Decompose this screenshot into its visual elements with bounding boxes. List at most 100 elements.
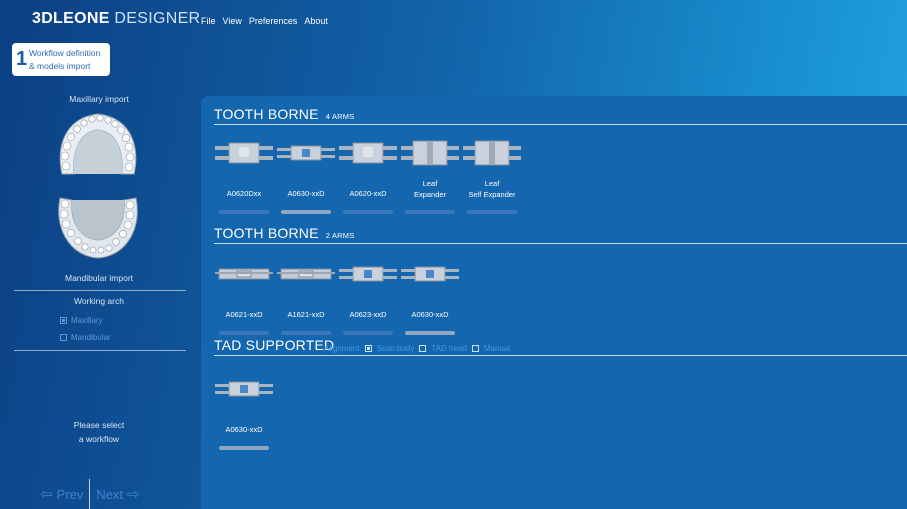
workflow-item[interactable]: Leaf Self Expander xyxy=(461,138,523,214)
section-subtitle: 2 ARMS xyxy=(325,231,355,240)
workflow-item[interactable]: A0620-xxD xyxy=(337,138,399,214)
arch-option-maxillary[interactable]: Maxillary xyxy=(60,316,103,325)
section-title-tooth2: TOOTH BORNE 2 ARMS xyxy=(214,225,354,241)
menu-file[interactable]: File xyxy=(201,16,216,26)
workflow-item-name: A0620Dxx xyxy=(213,188,275,199)
expander-device-icon xyxy=(215,142,273,164)
workflow-item-name: Leaf Expander xyxy=(399,178,461,200)
workflow-item-name: A0621-xxD xyxy=(213,309,275,320)
workflow-item-name-line: A0630-xxD xyxy=(411,310,449,319)
prev-button[interactable]: Prev xyxy=(57,487,84,502)
workflow-item[interactable]: Leaf Expander xyxy=(399,138,461,214)
next-button[interactable]: Next xyxy=(96,487,123,502)
checkbox-icon[interactable] xyxy=(471,345,479,352)
checkbox-icon[interactable] xyxy=(60,317,67,324)
workflow-item-progress-bar xyxy=(281,210,331,214)
workflow-item-progress-bar xyxy=(405,210,455,214)
nav-buttons: ⇦ Prev Next ⇨ xyxy=(40,479,140,509)
section-title: TAD SUPPORTED xyxy=(214,337,335,353)
expander-device-icon xyxy=(277,145,335,161)
tad-option-scan-body[interactable]: Scan body xyxy=(377,344,415,353)
workflow-item[interactable]: A0621-xxD xyxy=(213,259,275,335)
menu-about[interactable]: About xyxy=(304,16,328,26)
workflow-item-name: A0630-xxD xyxy=(213,424,275,435)
step-label-line1: Workflow definition xyxy=(29,48,101,58)
arch-option-label: Mandibular xyxy=(71,333,111,342)
arch-option-label: Maxillary xyxy=(71,316,103,325)
workflow-item-progress-bar xyxy=(219,331,269,335)
step-label-line2: & models import xyxy=(29,61,91,71)
maxillary-label: Maxillary import xyxy=(69,94,129,104)
menu-view[interactable]: View xyxy=(223,16,242,26)
menu-preferences[interactable]: Preferences xyxy=(249,16,298,26)
section-title-tooth4: TOOTH BORNE 4 ARMS xyxy=(214,106,354,122)
workflow-item[interactable]: A0630-xxD xyxy=(399,259,461,335)
workflow-item[interactable]: A1621-xxD xyxy=(275,259,337,335)
workflow-item[interactable]: A0630-xxD xyxy=(213,374,275,450)
workflow-item-progress-bar xyxy=(281,331,331,335)
expander-device-icon xyxy=(401,266,459,282)
expander-device-icon xyxy=(277,268,335,280)
section-rule xyxy=(214,243,907,244)
working-arch-label: Working arch xyxy=(74,296,124,306)
mandibular-model[interactable] xyxy=(52,192,144,262)
workflow-item-name: A0630-xxD xyxy=(275,188,337,199)
section-title-tad: TAD SUPPORTED xyxy=(214,337,334,353)
tad-option-manual[interactable]: Manual xyxy=(484,344,510,353)
tad-option-alignment[interactable]: Alignment xyxy=(324,344,360,353)
workflow-item[interactable]: A0620Dxx xyxy=(213,138,275,214)
arrow-left-icon: ⇦ xyxy=(40,486,53,503)
workflow-item-progress-bar xyxy=(467,210,517,214)
workflow-item[interactable]: A0623-xxD xyxy=(337,259,399,335)
workflow-item-name: A0630-xxD xyxy=(399,309,461,320)
workflow-item-name-line: A0630-xxD xyxy=(287,189,325,198)
workflow-item-name: Leaf Self Expander xyxy=(461,178,523,200)
expander-device-icon xyxy=(339,142,397,164)
section-rule xyxy=(214,124,907,125)
expander-device-icon xyxy=(215,381,273,397)
expander-device-icon xyxy=(215,268,273,280)
workflow-item-progress-bar xyxy=(343,210,393,214)
workflow-item-name-line: A0623-xxD xyxy=(349,310,387,319)
left-sidebar: Maxillary import Mandibular import Worki… xyxy=(0,80,198,509)
top-bar: 3DLEONE DESIGNER File View Preferences A… xyxy=(0,0,907,40)
workflow-item-name-line: Leaf xyxy=(422,179,438,188)
checkbox-icon[interactable] xyxy=(60,334,67,341)
divider xyxy=(14,290,186,291)
workflow-item-progress-bar xyxy=(405,331,455,335)
tad-option-tad-head[interactable]: TAD head xyxy=(431,344,466,353)
arch-option-mandibular[interactable]: Mandibular xyxy=(60,333,111,342)
section-title: TOOTH BORNE xyxy=(214,106,319,122)
mandibular-label: Mandibular import xyxy=(64,273,134,283)
prompt-line1: Please select xyxy=(73,420,125,430)
step-label: Workflow definition & models import xyxy=(29,47,100,73)
brand-bold: 3DLEONE xyxy=(32,10,110,27)
section-rule xyxy=(214,355,907,356)
section-subtitle: 4 ARMS xyxy=(325,112,355,121)
workflow-item-name-line: Leaf xyxy=(484,179,500,188)
checkbox-icon[interactable] xyxy=(419,345,427,352)
app-logo: 3DLEONE DESIGNER xyxy=(32,10,200,28)
workflow-panel: TOOTH BORNE 4 ARMS A0620Dxx A0630-xxD A062… xyxy=(201,96,907,509)
workflow-item-name: A0620-xxD xyxy=(337,188,399,199)
divider xyxy=(14,350,186,351)
workflow-item-name-line: A0621-xxD xyxy=(225,310,263,319)
workflow-item-progress-bar xyxy=(219,446,269,450)
menu-bar: File View Preferences About xyxy=(201,16,328,26)
expander-device-icon xyxy=(339,266,397,282)
section-title: TOOTH BORNE xyxy=(214,225,319,241)
workflow-item-name: A0623-xxD xyxy=(337,309,399,320)
tad-options: Alignment Scan body TAD head Manual xyxy=(324,344,510,353)
nav-separator xyxy=(89,479,91,509)
brand-light: DESIGNER xyxy=(114,10,201,27)
arrow-right-icon: ⇨ xyxy=(127,486,140,503)
expander-device-icon xyxy=(401,140,459,166)
workflow-item[interactable]: A0630-xxD xyxy=(275,138,337,214)
maxillary-model[interactable] xyxy=(52,108,144,178)
workflow-item-progress-bar xyxy=(219,210,269,214)
workflow-item-name-line: A1621-xxD xyxy=(287,310,325,319)
expander-device-icon xyxy=(463,140,521,166)
step-badge[interactable]: 1 Workflow definition & models import xyxy=(12,43,110,76)
checkbox-icon[interactable] xyxy=(364,345,372,352)
step-number: 1 xyxy=(16,48,28,70)
